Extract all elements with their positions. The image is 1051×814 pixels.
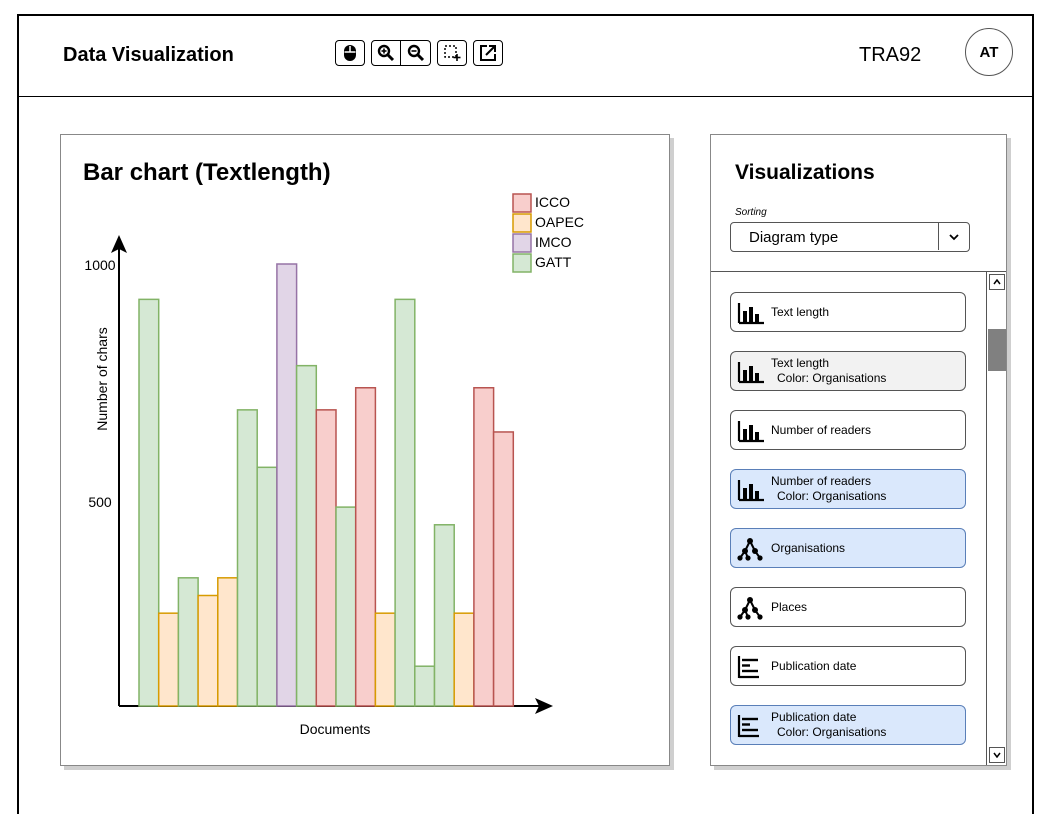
zoom-in-button[interactable] [371,40,401,66]
visualization-item[interactable]: Publication date [730,646,966,686]
legend-label-imco: IMCO [535,234,572,250]
visualization-item-label: Publication date [771,710,857,724]
avatar[interactable]: AT [965,28,1013,76]
y-tick-label-1000: 1000 [84,257,115,273]
add-selection-button[interactable] [437,40,467,66]
visualization-list: Text length Text length Color: Organisatio… [730,292,966,764]
x-axis-label: Documents [300,721,371,737]
visualization-item-label: Organisations [771,541,846,555]
bar-gatt-1[interactable] [138,298,160,707]
bar-icco-10[interactable] [315,409,337,707]
y-tick-label-500: 500 [88,494,112,510]
legend-swatch-oapec [512,213,532,233]
bar-chart-icon [737,419,765,443]
chevron-down-icon[interactable] [938,223,969,250]
bar-gatt-7[interactable] [256,466,278,707]
bar-gatt-9[interactable] [295,364,318,707]
visualization-item-label: Text length [771,305,830,319]
header-bar: Data Visualization TRA92 AT [19,16,1032,97]
bar-icco-19[interactable] [492,431,515,707]
scroll-thumb[interactable] [988,329,1006,371]
add-selection-icon [444,45,461,61]
bar-chart[interactable]: 1000 500 Number of chars Documents ICCO O… [61,135,669,765]
visualization-item[interactable]: Number of readers Color: Organisations [730,469,966,509]
mouse-button[interactable] [335,40,365,66]
bar-gatt-14[interactable] [394,298,416,707]
scroll-down-icon[interactable] [989,747,1005,763]
bar-chart-icon [737,301,765,325]
visualizations-panel: Visualizations Sorting Diagram type Text… [710,134,1007,766]
bar-oapec-2[interactable] [157,612,180,707]
legend: ICCO OAPEC IMCO GATT [512,193,584,273]
user-code: TRA92 [859,44,922,66]
network-icon [737,537,765,561]
visualization-item[interactable]: Organisations [730,528,966,568]
visualization-item[interactable]: Publication date Color: Organisations [730,705,966,745]
app-window: Data Visualization TRA92 AT Bar chart (T… [17,14,1034,814]
legend-swatch-icco [512,193,532,213]
visualization-item[interactable]: Text length [730,292,966,332]
bar-oapec-13[interactable] [374,612,396,707]
bar-oapec-5[interactable] [217,577,239,707]
legend-label-icco: ICCO [535,194,570,210]
divider [711,271,1006,272]
bar-oapec-17[interactable] [453,612,475,707]
bar-gatt-6[interactable] [236,409,258,707]
visualization-item-label: Publication date [771,659,857,673]
timeline-icon [737,655,765,679]
bar-oapec-4[interactable] [197,594,219,707]
bar-gatt-11[interactable] [335,506,357,707]
sorting-select[interactable]: Diagram type [730,222,970,252]
visualization-item-label: Text length [771,356,830,370]
scroll-up-icon[interactable] [989,274,1005,290]
export-button[interactable] [473,40,503,66]
sorting-label: Sorting [735,207,767,218]
visualization-item-label: Places [771,600,808,614]
bar-gatt-16[interactable] [433,524,455,707]
visualization-item[interactable]: Places [730,587,966,627]
visualization-item[interactable]: Text length Color: Organisations [730,351,966,391]
zoom-in-icon [377,44,395,62]
zoom-out-icon [407,44,424,62]
bar-imco-8[interactable] [276,263,298,707]
visualizations-title: Visualizations [735,161,875,184]
bar-chart-icon [737,360,765,384]
timeline-icon [737,714,765,738]
scrollbar[interactable] [986,272,1006,765]
zoom-out-button[interactable] [401,40,431,66]
network-icon [737,596,765,620]
sorting-value: Diagram type [749,229,839,246]
chart-panel: Bar chart (Textlength) 1000 500 Number o… [60,134,670,766]
legend-swatch-gatt [512,253,532,273]
bar-chart-icon [737,478,765,502]
legend-label-oapec: OAPEC [535,214,584,230]
legend-swatch-imco [512,233,532,253]
visualization-item-label: Number of readers [771,423,872,437]
bar-icco-18[interactable] [473,387,495,707]
mouse-icon [344,45,356,61]
toolbar [335,40,509,66]
visualization-item[interactable]: Number of readers [730,410,966,450]
export-icon [480,45,496,61]
legend-label-gatt: GATT [535,254,572,270]
y-axis-label: Number of chars [94,327,110,430]
bar-gatt-3[interactable] [177,577,199,707]
visualization-item-sublabel: Color: Organisations [777,371,887,385]
app-title: Data Visualization [63,44,234,66]
visualization-item-sublabel: Color: Organisations [777,489,887,503]
bar-icco-12[interactable] [354,387,377,707]
bars [138,263,515,707]
visualization-item-label: Number of readers [771,474,872,488]
visualization-item-sublabel: Color: Organisations [777,725,887,739]
bar-gatt-15[interactable] [414,665,436,707]
